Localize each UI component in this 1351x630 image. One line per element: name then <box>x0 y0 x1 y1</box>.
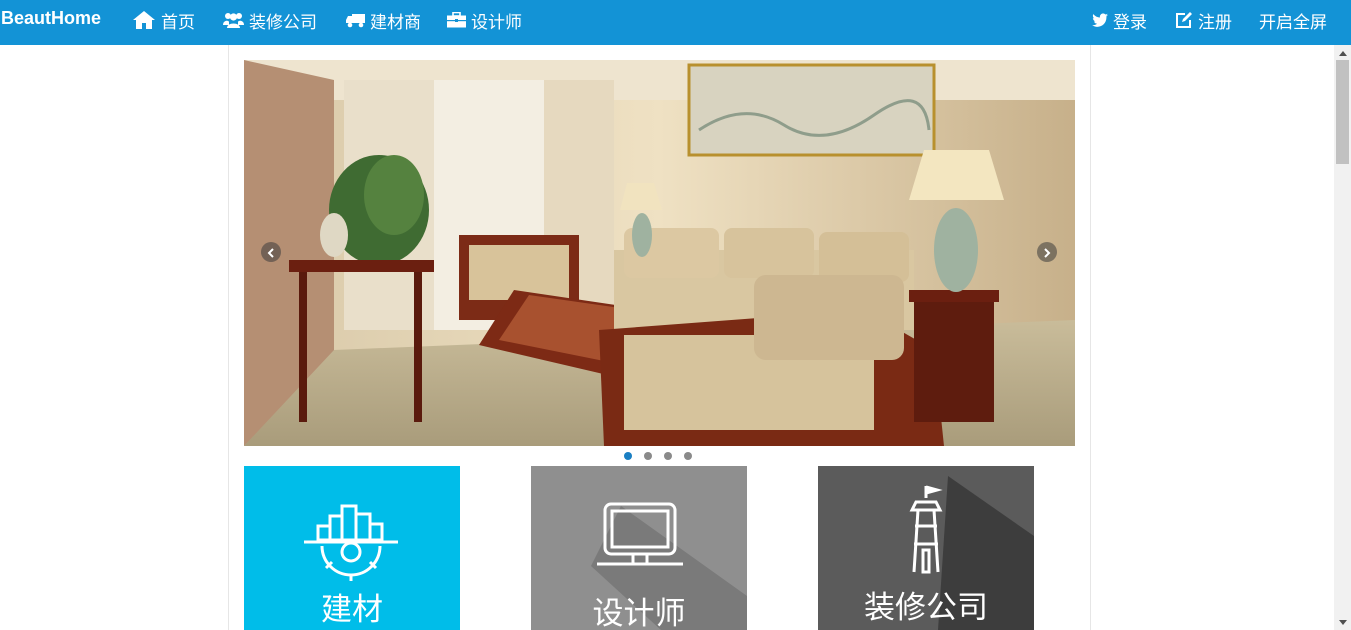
twitter-icon <box>1092 13 1108 27</box>
tile-companies[interactable]: 装修公司 <box>818 466 1034 630</box>
nav-item-companies[interactable]: 装修公司 <box>223 8 317 33</box>
nav-item-materials[interactable]: 建材商 <box>346 8 421 33</box>
carousel-prev-button[interactable] <box>261 242 281 262</box>
carousel-indicator[interactable] <box>644 452 652 460</box>
nav-item-login[interactable]: 登录 <box>1092 8 1147 33</box>
chevron-left-icon <box>266 243 276 262</box>
nav-item-label: 设计师 <box>471 12 522 33</box>
tile-label: 装修公司 <box>864 590 988 626</box>
edit-icon <box>1175 12 1193 28</box>
tile-label: 建材 <box>321 592 383 628</box>
hero-carousel[interactable] <box>244 60 1075 446</box>
tile-label: 设计师 <box>592 596 686 630</box>
scroll-up-arrow[interactable] <box>1334 46 1351 60</box>
nav-item-label: 建材商 <box>370 12 421 33</box>
page-scrollbar[interactable] <box>1334 45 1351 630</box>
nav-item-label: 开启全屏 <box>1259 12 1327 33</box>
home-icon <box>132 10 156 30</box>
scroll-thumb[interactable] <box>1336 60 1349 164</box>
tile-materials[interactable]: 建材 <box>244 466 460 630</box>
nav-item-label: 装修公司 <box>249 12 317 33</box>
tile-designers[interactable]: 设计师 <box>531 466 747 630</box>
nav-item-label: 首页 <box>161 12 195 33</box>
carousel-indicators <box>624 452 692 460</box>
carousel-slide-image <box>244 60 1075 446</box>
truck-icon <box>346 12 365 28</box>
users-icon <box>223 11 244 29</box>
carousel-next-button[interactable] <box>1037 242 1057 262</box>
top-navbar: BeautHome 首页 装修公司 建材商 设计师 登录 注册 开启全屏 <box>0 0 1351 45</box>
scroll-down-arrow[interactable] <box>1334 615 1351 629</box>
nav-item-register[interactable]: 注册 <box>1175 8 1232 33</box>
nav-item-label: 登录 <box>1113 12 1147 33</box>
briefcase-icon <box>447 12 466 28</box>
carousel-indicator[interactable] <box>664 452 672 460</box>
chevron-right-icon <box>1042 243 1052 262</box>
nav-item-home[interactable]: 首页 <box>132 8 195 33</box>
carousel-indicator[interactable] <box>624 452 632 460</box>
nav-item-designers[interactable]: 设计师 <box>447 8 522 33</box>
nav-item-fullscreen[interactable]: 开启全屏 <box>1259 8 1327 33</box>
brand-logo[interactable]: BeautHome <box>1 8 101 29</box>
carousel-indicator[interactable] <box>684 452 692 460</box>
nav-item-label: 注册 <box>1198 12 1232 33</box>
